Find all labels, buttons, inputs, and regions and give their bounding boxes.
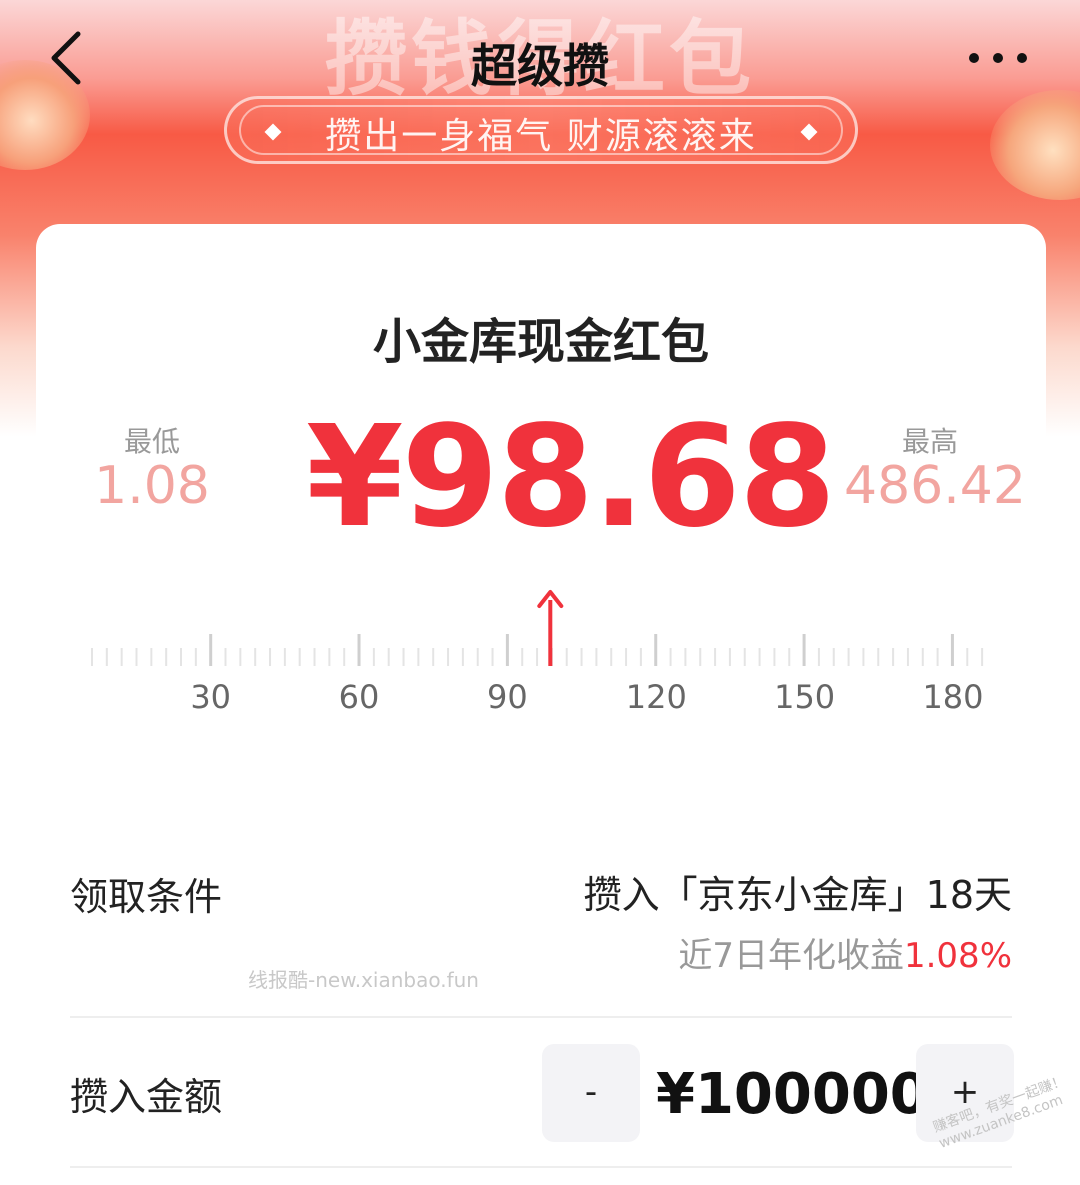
watermark: 线报酷-new.xianbao.fun bbox=[248, 968, 479, 992]
max-value: 486.42 bbox=[844, 456, 1026, 516]
deposit-label: 攒入金额 bbox=[70, 1075, 223, 1119]
max-label: 最高 bbox=[901, 425, 958, 458]
ruler-tick-label: 90 bbox=[487, 678, 528, 716]
ribbon-text: 攒出一身福气 财源滚滚来 bbox=[325, 116, 757, 157]
ruler-tick-label: 120 bbox=[625, 678, 687, 716]
min-value: 1.08 bbox=[94, 456, 210, 516]
deposit-amount-input[interactable]: ¥100000 bbox=[656, 1062, 929, 1127]
ruler-tick-label: 150 bbox=[774, 678, 836, 716]
redpacket-amount: ¥98.68 bbox=[306, 396, 836, 559]
min-label: 最低 bbox=[123, 425, 180, 458]
ruler-scale bbox=[91, 590, 984, 666]
divider bbox=[70, 1016, 1012, 1018]
yield-row: 近7日年化收益1.08% bbox=[678, 928, 1012, 977]
chevron-left-icon bbox=[51, 31, 81, 85]
condition-value: 攒入「京东小金库」18天 bbox=[583, 873, 1012, 917]
card-title: 小金库现金红包 bbox=[372, 314, 709, 370]
condition-label: 领取条件 bbox=[70, 875, 223, 919]
page-title: 超级攒 bbox=[471, 39, 609, 93]
ruler-tick-label: 30 bbox=[190, 678, 232, 716]
yield-rate: 1.08% bbox=[903, 936, 1012, 976]
yield-label: 近7日年化收益 bbox=[678, 936, 904, 976]
ruler-tick-label: 180 bbox=[922, 678, 984, 716]
back-button[interactable] bbox=[40, 28, 100, 88]
slogan-ribbon: 攒出一身福气 财源滚滚来 bbox=[224, 96, 858, 164]
more-dots-icon bbox=[969, 53, 1027, 63]
more-button[interactable] bbox=[958, 38, 1038, 78]
screen: 攒钱得红包 超级攒 攒出一身福气 财源滚滚来 小金库现金红包 最低 1.08 ¥… bbox=[0, 0, 1080, 1185]
decrease-button[interactable]: - bbox=[542, 1044, 640, 1142]
amount-ruler-slider[interactable]: 30 60 90 120 150 180 bbox=[72, 574, 1012, 724]
divider bbox=[70, 1166, 1012, 1168]
ruler-tick-label: 60 bbox=[338, 678, 380, 716]
red-packet-card: 小金库现金红包 最低 1.08 ¥98.68 最高 486.42 30 60 90 1… bbox=[36, 224, 1046, 1185]
